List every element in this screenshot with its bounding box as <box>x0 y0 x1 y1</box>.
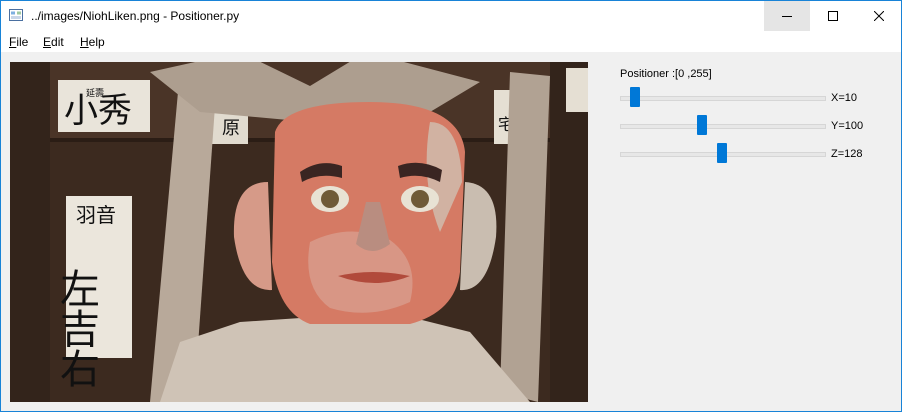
sign-top-left: 小秀 延壽 <box>58 80 150 132</box>
minimize-button[interactable] <box>764 1 810 31</box>
positioner-panel: Positioner :[0 ,255] X=10 Y=100 Z=128 <box>591 52 901 411</box>
slider-z-thumb[interactable] <box>717 143 728 163</box>
slider-y-track[interactable] <box>620 124 826 129</box>
sign-center-text: 原 <box>222 118 240 139</box>
slider-y-label: Y=100 <box>831 120 864 132</box>
menu-file[interactable]: File <box>9 35 28 49</box>
sign-main-small-text: 羽音 <box>76 203 116 227</box>
app-icon <box>9 9 23 21</box>
slider-y-thumb[interactable] <box>696 115 707 135</box>
slider-x-label: X=10 <box>831 92 857 104</box>
menu-help-rest: elp <box>88 35 105 49</box>
menu-edit-mnemonic: E <box>43 35 52 49</box>
menu-help-mnemonic: H <box>80 35 89 49</box>
close-button[interactable] <box>856 1 901 31</box>
maximize-icon <box>828 11 838 21</box>
slider-z-label: Z=128 <box>831 148 863 160</box>
menu-edit[interactable]: Edit <box>43 35 64 49</box>
maximize-button[interactable] <box>810 1 856 31</box>
sign-top-small-text: 延壽 <box>86 87 104 99</box>
slider-x[interactable]: X=10 <box>620 87 880 109</box>
app-window: ../images/NiohLiken.png - Positioner.py … <box>0 0 902 412</box>
slider-x-track[interactable] <box>620 96 826 101</box>
menu-edit-rest: dit <box>51 35 64 49</box>
minimize-icon <box>782 16 792 17</box>
slider-x-thumb[interactable] <box>630 87 641 107</box>
menu-file-rest: ile <box>16 35 29 49</box>
slider-y[interactable]: Y=100 <box>620 115 880 137</box>
close-icon <box>874 11 884 21</box>
window-title: ../images/NiohLiken.png - Positioner.py <box>31 9 240 23</box>
sign-main-text: 左吉右 <box>53 268 99 388</box>
image-view[interactable]: 小秀 延壽 羽音 左吉右 原 宅 <box>10 62 588 402</box>
statue-image: 小秀 延壽 羽音 左吉右 原 宅 <box>10 62 588 402</box>
positioner-title: Positioner :[0 ,255] <box>620 68 712 80</box>
title-bar[interactable]: ../images/NiohLiken.png - Positioner.py <box>1 1 901 31</box>
menu-help[interactable]: Help <box>80 35 105 49</box>
slider-z[interactable]: Z=128 <box>620 143 880 165</box>
menu-bar: File Edit Help <box>1 31 901 52</box>
